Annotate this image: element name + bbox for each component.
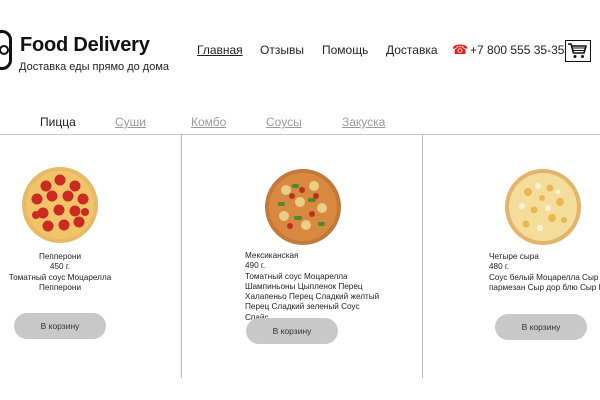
product-description: Томатный соус Моцарелла — [8, 272, 112, 282]
add-to-cart-button[interactable]: В корзину — [14, 313, 106, 339]
pizza-mexican-image[interactable] — [264, 168, 342, 246]
add-to-cart-button[interactable]: В корзину — [495, 314, 587, 340]
pizza-four-cheese-image[interactable] — [504, 168, 582, 246]
product-description: Шампиньоны Цыпленок Перец — [245, 281, 363, 291]
column-divider — [181, 134, 182, 378]
product-weight: 450 г. — [49, 262, 71, 272]
product-description: пармезан Сыр дор блю Сыр Бри — [489, 282, 600, 292]
divider-line — [0, 134, 600, 135]
tab-sushi[interactable]: Суши — [115, 115, 146, 129]
product-description: Перец Сладкий зеленый Соус — [245, 302, 360, 312]
column-divider — [422, 134, 423, 378]
cart-button[interactable] — [565, 40, 591, 62]
nav-link-delivery[interactable]: Доставка — [386, 43, 438, 57]
tab-combo[interactable]: Комбо — [191, 115, 226, 129]
product-description: Соус белый Моцарелла Сыр — [489, 272, 599, 282]
tab-snacks[interactable]: Закуска — [342, 115, 385, 129]
phone-number[interactable]: +7 800 555 35-35 — [470, 43, 564, 57]
product-weight: 490 г. — [245, 261, 266, 271]
pizza-pepperoni-image[interactable] — [21, 166, 99, 244]
brand-title: Food Delivery — [20, 34, 150, 56]
nav-link-reviews[interactable]: Отзывы — [260, 43, 304, 57]
add-to-cart-button[interactable]: В корзину — [246, 318, 338, 344]
product-name: Мексиканская — [245, 251, 299, 260]
tab-pizza[interactable]: Пицца — [40, 115, 76, 129]
product-description: Халапеньо Перец Сладкий желтый — [245, 292, 380, 302]
phone-icon: ☎ — [452, 42, 469, 57]
brand-subtitle: Доставка еды прямо до дома — [19, 61, 170, 73]
nav-link-home[interactable]: Главная — [197, 43, 243, 57]
product-description: Томатный соус Моцарелла — [245, 271, 348, 281]
tab-sauces[interactable]: Соусы — [266, 115, 302, 129]
product-name: Четыре сыра — [489, 252, 539, 261]
nav-link-help[interactable]: Помощь — [322, 43, 368, 57]
product-weight: 480 г. — [489, 262, 510, 272]
shopping-cart-icon — [568, 43, 587, 58]
product-name: Пепперони — [38, 252, 82, 261]
logo-icon — [0, 30, 12, 70]
product-description: Пепперони — [38, 282, 82, 292]
